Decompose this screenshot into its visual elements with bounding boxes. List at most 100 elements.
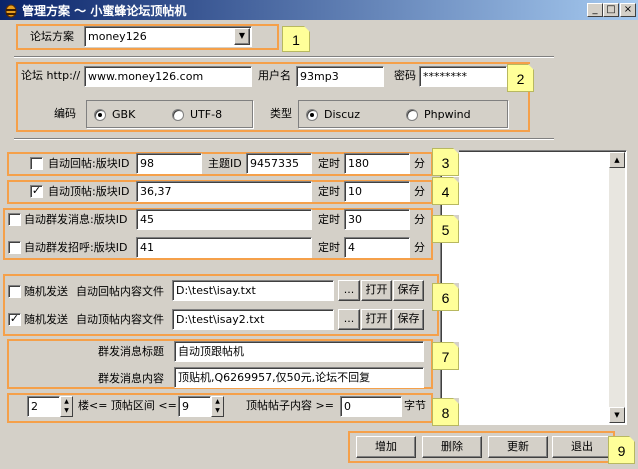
- url-input[interactable]: www.money126.com: [84, 66, 252, 87]
- divider: [14, 56, 554, 58]
- auto-reply-board-input[interactable]: 98: [136, 153, 202, 174]
- encoding-label: 编码: [54, 107, 76, 120]
- auto-reply-unit: 分: [414, 157, 425, 170]
- auto-bump-checkbox[interactable]: ✓: [30, 185, 43, 198]
- mass-msg-timer-label: 定时: [318, 213, 340, 226]
- marker-8: 8: [432, 398, 459, 426]
- range-to-input[interactable]: 9: [178, 396, 211, 417]
- topic-id-label: 主题ID: [208, 157, 242, 170]
- title-bar: 管理方案 ～ 小蜜蜂论坛顶帖机 _ □ ×: [0, 0, 638, 20]
- scheme-label: 论坛方案: [30, 30, 74, 43]
- divider: [14, 138, 554, 140]
- marker-5: 5: [432, 215, 459, 243]
- type-phpwind-label: Phpwind: [424, 108, 471, 121]
- reply-file-label: 自动回帖内容文件: [76, 285, 164, 298]
- marker-7: 7: [432, 342, 459, 370]
- content-length-unit: 字节: [404, 399, 426, 412]
- random-bump-checkbox[interactable]: ✓: [8, 313, 21, 326]
- exit-button[interactable]: 退出: [552, 436, 612, 458]
- scroll-up-icon[interactable]: ▲: [609, 152, 625, 168]
- encoding-utf8-label: UTF-8: [190, 108, 223, 121]
- mass-msg-board-input[interactable]: 45: [136, 209, 312, 230]
- type-discuz-label: Discuz: [324, 108, 361, 121]
- reply-browse-button[interactable]: ...: [338, 280, 360, 301]
- bee-app-icon: [5, 4, 17, 18]
- marker-2: 2: [507, 64, 534, 92]
- mass-greet-timer-label: 定时: [318, 241, 340, 254]
- msg-content-input[interactable]: 顶贴机,Q6269957,仅50元,论坛不回复: [174, 367, 424, 388]
- auto-bump-unit: 分: [414, 185, 425, 198]
- url-label: 论坛 http://: [21, 69, 81, 82]
- auto-reply-checkbox[interactable]: [30, 157, 43, 170]
- mass-msg-timer-input[interactable]: 30: [344, 209, 410, 230]
- reply-open-button[interactable]: 打开: [361, 280, 392, 301]
- password-label: 密码: [394, 69, 416, 82]
- spin-up-icon[interactable]: ▲: [212, 397, 223, 406]
- content-length-label: 顶帖帖子内容 >=: [246, 399, 334, 412]
- bump-open-button[interactable]: 打开: [361, 309, 392, 330]
- auto-bump-board-input[interactable]: 36,37: [136, 181, 312, 202]
- mass-greet-unit: 分: [414, 241, 425, 254]
- marker-4: 4: [432, 177, 459, 205]
- chevron-down-icon[interactable]: ▼: [234, 28, 250, 45]
- password-input[interactable]: ********: [419, 66, 507, 87]
- encoding-gbk-label: GBK: [112, 108, 136, 121]
- spin-down-icon[interactable]: ▼: [61, 406, 72, 415]
- msg-title-label: 群发消息标题: [98, 345, 164, 358]
- mass-greet-timer-input[interactable]: 4: [344, 237, 410, 258]
- range-from-spinner[interactable]: ▲ ▼: [60, 396, 73, 417]
- range-mid-label: 楼<= 顶帖区间 <=: [78, 399, 177, 412]
- mass-msg-label: 自动群发消息:版块ID: [24, 213, 128, 226]
- bump-browse-button[interactable]: ...: [338, 309, 360, 330]
- add-button[interactable]: 增加: [356, 436, 416, 458]
- maximize-button[interactable]: □: [603, 3, 619, 17]
- marker-3: 3: [432, 148, 459, 176]
- mass-greet-checkbox[interactable]: [8, 241, 21, 254]
- marker-6: 6: [432, 283, 459, 311]
- scheme-value: money126: [88, 30, 147, 43]
- scheme-list[interactable]: [440, 150, 627, 425]
- random-bump-label: 随机发送: [24, 313, 68, 326]
- topic-id-input[interactable]: 9457335: [246, 153, 312, 174]
- bump-file-label: 自动顶帖内容文件: [76, 313, 164, 326]
- range-from-input[interactable]: 2: [27, 396, 60, 417]
- mass-msg-unit: 分: [414, 213, 425, 226]
- content-length-input[interactable]: 0: [340, 396, 402, 417]
- auto-bump-label: 自动顶帖:版块ID: [48, 185, 130, 198]
- auto-reply-timer-input[interactable]: 180: [344, 153, 410, 174]
- auto-bump-timer-input[interactable]: 10: [344, 181, 410, 202]
- close-button[interactable]: ×: [620, 3, 636, 17]
- msg-content-label: 群发消息内容: [98, 372, 164, 385]
- mass-msg-checkbox[interactable]: [8, 213, 21, 226]
- mass-greet-label: 自动群发招呼:版块ID: [24, 241, 128, 254]
- scroll-down-icon[interactable]: ▼: [609, 407, 625, 423]
- bump-file-input[interactable]: D:\test\isay2.txt: [172, 309, 334, 330]
- random-reply-label: 随机发送: [24, 285, 68, 298]
- list-scrollbar[interactable]: ▲ ▼: [609, 152, 625, 423]
- username-input[interactable]: 93mp3: [296, 66, 384, 87]
- minimize-button[interactable]: _: [587, 3, 603, 17]
- spin-down-icon[interactable]: ▼: [212, 406, 223, 415]
- scheme-select[interactable]: money126: [84, 26, 252, 47]
- type-phpwind-radio[interactable]: [406, 109, 418, 121]
- random-reply-checkbox[interactable]: [8, 285, 21, 298]
- encoding-utf8-radio[interactable]: [172, 109, 184, 121]
- window-title: 管理方案 ～ 小蜜蜂论坛顶帖机: [22, 4, 187, 18]
- msg-title-input[interactable]: 自动顶跟帖机: [174, 341, 424, 362]
- bump-save-button[interactable]: 保存: [393, 309, 424, 330]
- marker-1: 1: [282, 26, 310, 52]
- auto-bump-timer-label: 定时: [318, 185, 340, 198]
- marker-9: 9: [608, 436, 635, 464]
- range-to-spinner[interactable]: ▲ ▼: [211, 396, 224, 417]
- spin-up-icon[interactable]: ▲: [61, 397, 72, 406]
- encoding-gbk-radio[interactable]: [94, 109, 106, 121]
- update-button[interactable]: 更新: [488, 436, 548, 458]
- auto-reply-timer-label: 定时: [318, 157, 340, 170]
- mass-greet-board-input[interactable]: 41: [136, 237, 312, 258]
- reply-save-button[interactable]: 保存: [393, 280, 424, 301]
- delete-button[interactable]: 删除: [422, 436, 482, 458]
- reply-file-input[interactable]: D:\test\isay.txt: [172, 280, 334, 301]
- type-label: 类型: [270, 107, 292, 120]
- type-discuz-radio[interactable]: [306, 109, 318, 121]
- auto-reply-label: 自动回帖:版块ID: [48, 157, 130, 170]
